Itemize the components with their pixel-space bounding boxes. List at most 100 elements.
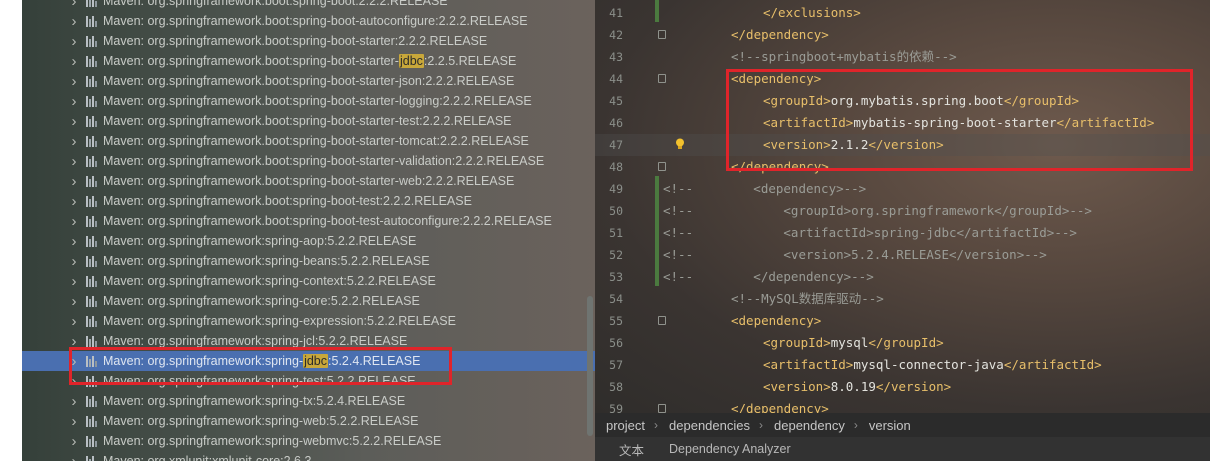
code-line[interactable]: 46 <artifactId>mybatis-spring-boot-starte…: [595, 112, 1210, 134]
chevron-right-icon[interactable]: ›: [69, 433, 79, 450]
code-line[interactable]: 48 </dependency>: [595, 156, 1210, 178]
code-line[interactable]: 47 <version>2.1.2</version>: [595, 134, 1210, 156]
tree-item[interactable]: › Maven: org.springframework:spring-tx:5.…: [22, 391, 595, 411]
code-line[interactable]: 43 <!--springboot+mybatis的依赖-->: [595, 46, 1210, 68]
tree-item[interactable]: › Maven: org.springframework:spring-webmv…: [22, 431, 595, 451]
lightbulb-icon[interactable]: [675, 138, 685, 150]
code-editor[interactable]: 41 </exclusions> 42 </dependency> 43 <!--spri…: [595, 0, 1210, 413]
tree-item[interactable]: › Maven: org.springframework.boot:spring-…: [22, 111, 595, 131]
tree-item[interactable]: › Maven: org.springframework.boot:spring-…: [22, 191, 595, 211]
code-line[interactable]: 53 <!-- </dependency>-->: [595, 266, 1210, 288]
tree-item[interactable]: › Maven: org.springframework:spring-jcl:5…: [22, 331, 595, 351]
code-line[interactable]: 42 </dependency>: [595, 24, 1210, 46]
label-prefix: Maven: org.springframework.boot:spring-b…: [103, 54, 399, 68]
chevron-right-icon[interactable]: ›: [69, 333, 79, 350]
chevron-right-icon[interactable]: ›: [69, 453, 79, 461]
code-line[interactable]: 58 <version>8.0.19</version>: [595, 376, 1210, 398]
tree-item[interactable]: › Maven: org.springframework:spring-beans…: [22, 251, 595, 271]
chevron-right-icon[interactable]: ›: [69, 73, 79, 90]
line-number: 44: [609, 72, 623, 86]
breadcrumb-item[interactable]: dependencies: [669, 418, 750, 433]
tree-item[interactable]: › Maven: org.springframework:spring-web:5…: [22, 411, 595, 431]
line-number: 57: [609, 358, 623, 372]
chevron-right-icon[interactable]: ›: [69, 213, 79, 230]
code-text: </exclusions>: [763, 2, 861, 24]
xml-tag: <artifactId>: [763, 357, 854, 372]
code-text: <version>2.1.2</version>: [763, 134, 944, 156]
tree-item[interactable]: › Maven: org.springframework.boot:spring-…: [22, 51, 595, 71]
chevron-right-icon[interactable]: ›: [69, 13, 79, 30]
chevron-right-icon[interactable]: ›: [69, 413, 79, 430]
tree-item[interactable]: › Maven: org.springframework.boot:spring-…: [22, 131, 595, 151]
chevron-right-icon[interactable]: ›: [69, 153, 79, 170]
line-number: 55: [609, 314, 623, 328]
code-text: <!-- </dependency>-->: [663, 266, 874, 288]
chevron-right-icon[interactable]: ›: [69, 53, 79, 70]
code-line[interactable]: 49 <!-- <dependency>-->: [595, 178, 1210, 200]
tree-item[interactable]: › Maven: org.springframework:spring-aop:5…: [22, 231, 595, 251]
tree-item[interactable]: › Maven: org.springframework.boot:spring-…: [22, 0, 595, 11]
tree-item[interactable]: › Maven: org.springframework:spring-conte…: [22, 271, 595, 291]
library-icon: [86, 335, 99, 347]
code-line[interactable]: 52 <!-- <version>5.2.4.RELEASE</version>-…: [595, 244, 1210, 266]
tree-item[interactable]: › Maven: org.springframework:spring-core:…: [22, 291, 595, 311]
code-line[interactable]: 54 <!--MySQL数据库驱动-->: [595, 288, 1210, 310]
breadcrumb-item[interactable]: version: [869, 418, 911, 433]
code-line[interactable]: 50 <!-- <groupId>org.springframework</gro…: [595, 200, 1210, 222]
code-line[interactable]: 57 <artifactId>mysql-connector-java</arti…: [595, 354, 1210, 376]
fold-marker-icon[interactable]: [658, 30, 666, 39]
chevron-right-icon[interactable]: ›: [69, 253, 79, 270]
tree-item[interactable]: › Maven: org.springframework.boot:spring-…: [22, 31, 595, 51]
line-number: 43: [609, 50, 623, 64]
code-text: <groupId>mysql</groupId>: [763, 332, 944, 354]
fold-marker-icon[interactable]: [658, 74, 666, 83]
chevron-right-icon[interactable]: ›: [69, 93, 79, 110]
tree-item-label: Maven: org.springframework.boot:spring-b…: [103, 0, 448, 8]
chevron-right-icon[interactable]: ›: [69, 233, 79, 250]
chevron-right-icon[interactable]: ›: [69, 313, 79, 330]
xml-text: mysql-connector-java: [853, 357, 1004, 372]
tree-item[interactable]: › Maven: org.xmlunit:xmlunit-core:2.6.3: [22, 451, 595, 461]
breadcrumb-item[interactable]: dependency: [774, 418, 845, 433]
chevron-right-icon[interactable]: ›: [69, 113, 79, 130]
chevron-right-icon[interactable]: ›: [69, 193, 79, 210]
chevron-right-icon[interactable]: ›: [69, 273, 79, 290]
chevron-right-icon[interactable]: ›: [69, 33, 79, 50]
tab-text[interactable]: 文本: [619, 440, 644, 459]
xml-tag: <dependency>: [731, 313, 822, 328]
fold-marker-icon[interactable]: [658, 162, 666, 171]
tree-item-label: Maven: org.xmlunit:xmlunit-core:2.6.3: [103, 454, 312, 461]
code-line[interactable]: 41 </exclusions>: [595, 2, 1210, 24]
tree-item[interactable]: › Maven: org.springframework.boot:spring-…: [22, 91, 595, 111]
tree-item[interactable]: › Maven: org.springframework:spring-jdbc:…: [22, 351, 595, 371]
library-icon: [86, 295, 99, 307]
breadcrumb-item[interactable]: project: [606, 418, 645, 433]
tree-scrollbar-thumb[interactable]: [587, 296, 593, 436]
tree-item[interactable]: › Maven: org.springframework.boot:spring-…: [22, 11, 595, 31]
chevron-right-icon[interactable]: ›: [69, 353, 79, 370]
tree-item[interactable]: › Maven: org.springframework:spring-expre…: [22, 311, 595, 331]
tree-item[interactable]: › Maven: org.springframework.boot:spring-…: [22, 211, 595, 231]
code-text: <artifactId>mybatis-spring-boot-starter<…: [763, 112, 1154, 134]
fold-marker-icon[interactable]: [658, 316, 666, 325]
code-line[interactable]: 51 <!-- <artifactId>spring-jdbc</artifact…: [595, 222, 1210, 244]
tree-item-label: Maven: org.springframework.boot:spring-b…: [103, 114, 512, 128]
chevron-right-icon[interactable]: ›: [69, 0, 79, 10]
tree-item[interactable]: › Maven: org.springframework.boot:spring-…: [22, 71, 595, 91]
tree-item[interactable]: › Maven: org.springframework.boot:spring-…: [22, 171, 595, 191]
chevron-right-icon[interactable]: ›: [69, 373, 79, 390]
chevron-right-icon[interactable]: ›: [69, 293, 79, 310]
chevron-right-icon[interactable]: ›: [69, 393, 79, 410]
tree-item[interactable]: › Maven: org.springframework:spring-test:…: [22, 371, 595, 391]
code-line[interactable]: 45 <groupId>org.mybatis.spring.boot</grou…: [595, 90, 1210, 112]
code-line[interactable]: 59 </dependency>: [595, 398, 1210, 413]
fold-marker-icon[interactable]: [658, 404, 666, 413]
tree-item[interactable]: › Maven: org.springframework.boot:spring-…: [22, 151, 595, 171]
project-tree-panel[interactable]: › Maven: org.springframework.boot:spring-…: [22, 0, 595, 461]
code-line[interactable]: 55 <dependency>: [595, 310, 1210, 332]
chevron-right-icon[interactable]: ›: [69, 133, 79, 150]
code-line[interactable]: 44 <dependency>: [595, 68, 1210, 90]
tab-dependency-analyzer[interactable]: Dependency Analyzer: [669, 442, 791, 456]
chevron-right-icon[interactable]: ›: [69, 173, 79, 190]
code-line[interactable]: 56 <groupId>mysql</groupId>: [595, 332, 1210, 354]
